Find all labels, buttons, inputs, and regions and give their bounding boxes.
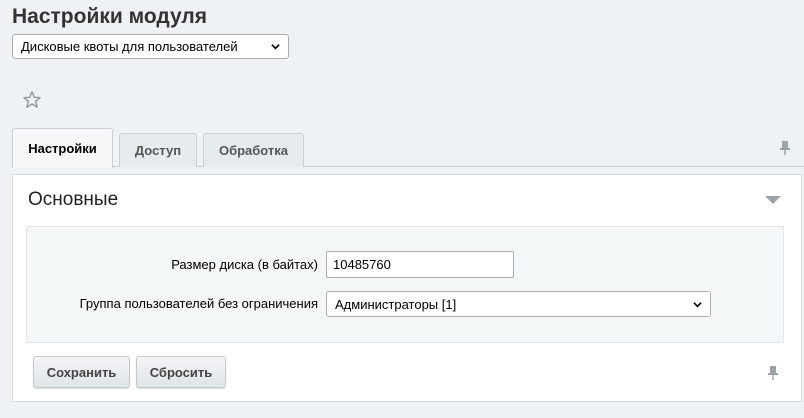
form-area: Размер диска (в байтах) 10485760 Группа … bbox=[26, 226, 784, 343]
module-select-value: Дисковые квоты для пользователей bbox=[21, 39, 238, 54]
chevron-down-icon bbox=[271, 44, 280, 50]
section-title: Основные bbox=[28, 189, 119, 210]
save-button[interactable]: Сохранить bbox=[33, 356, 130, 388]
group-label: Группа пользователей без ограничения bbox=[79, 296, 318, 311]
disk-size-value: 10485760 bbox=[333, 257, 391, 272]
tab-label: Настройки bbox=[28, 141, 97, 156]
tab-settings[interactable]: Настройки bbox=[12, 128, 113, 168]
pin-icon[interactable] bbox=[778, 140, 792, 156]
page-title: Настройки модуля bbox=[12, 5, 208, 28]
triangle-down-icon[interactable] bbox=[765, 195, 781, 205]
tab-label: Обработка bbox=[218, 143, 289, 158]
disk-size-input[interactable]: 10485760 bbox=[326, 251, 514, 278]
tab-label: Доступ bbox=[134, 143, 182, 158]
reset-button[interactable]: Сбросить bbox=[136, 356, 226, 388]
group-select[interactable]: Администраторы [1] bbox=[326, 291, 711, 317]
settings-panel: Основные Размер диска (в байтах) 1048576… bbox=[12, 174, 802, 402]
reset-button-label: Сбросить bbox=[149, 364, 213, 380]
group-select-value: Администраторы [1] bbox=[335, 296, 457, 312]
star-icon[interactable] bbox=[22, 90, 42, 110]
pin-icon[interactable] bbox=[766, 365, 780, 381]
tab-access[interactable]: Доступ bbox=[119, 133, 197, 167]
tab-processing[interactable]: Обработка bbox=[203, 133, 304, 167]
disk-size-label: Размер диска (в байтах) bbox=[171, 257, 318, 272]
module-select[interactable]: Дисковые квоты для пользователей bbox=[12, 34, 289, 59]
save-button-label: Сохранить bbox=[46, 364, 117, 380]
chevron-down-icon bbox=[693, 301, 702, 307]
